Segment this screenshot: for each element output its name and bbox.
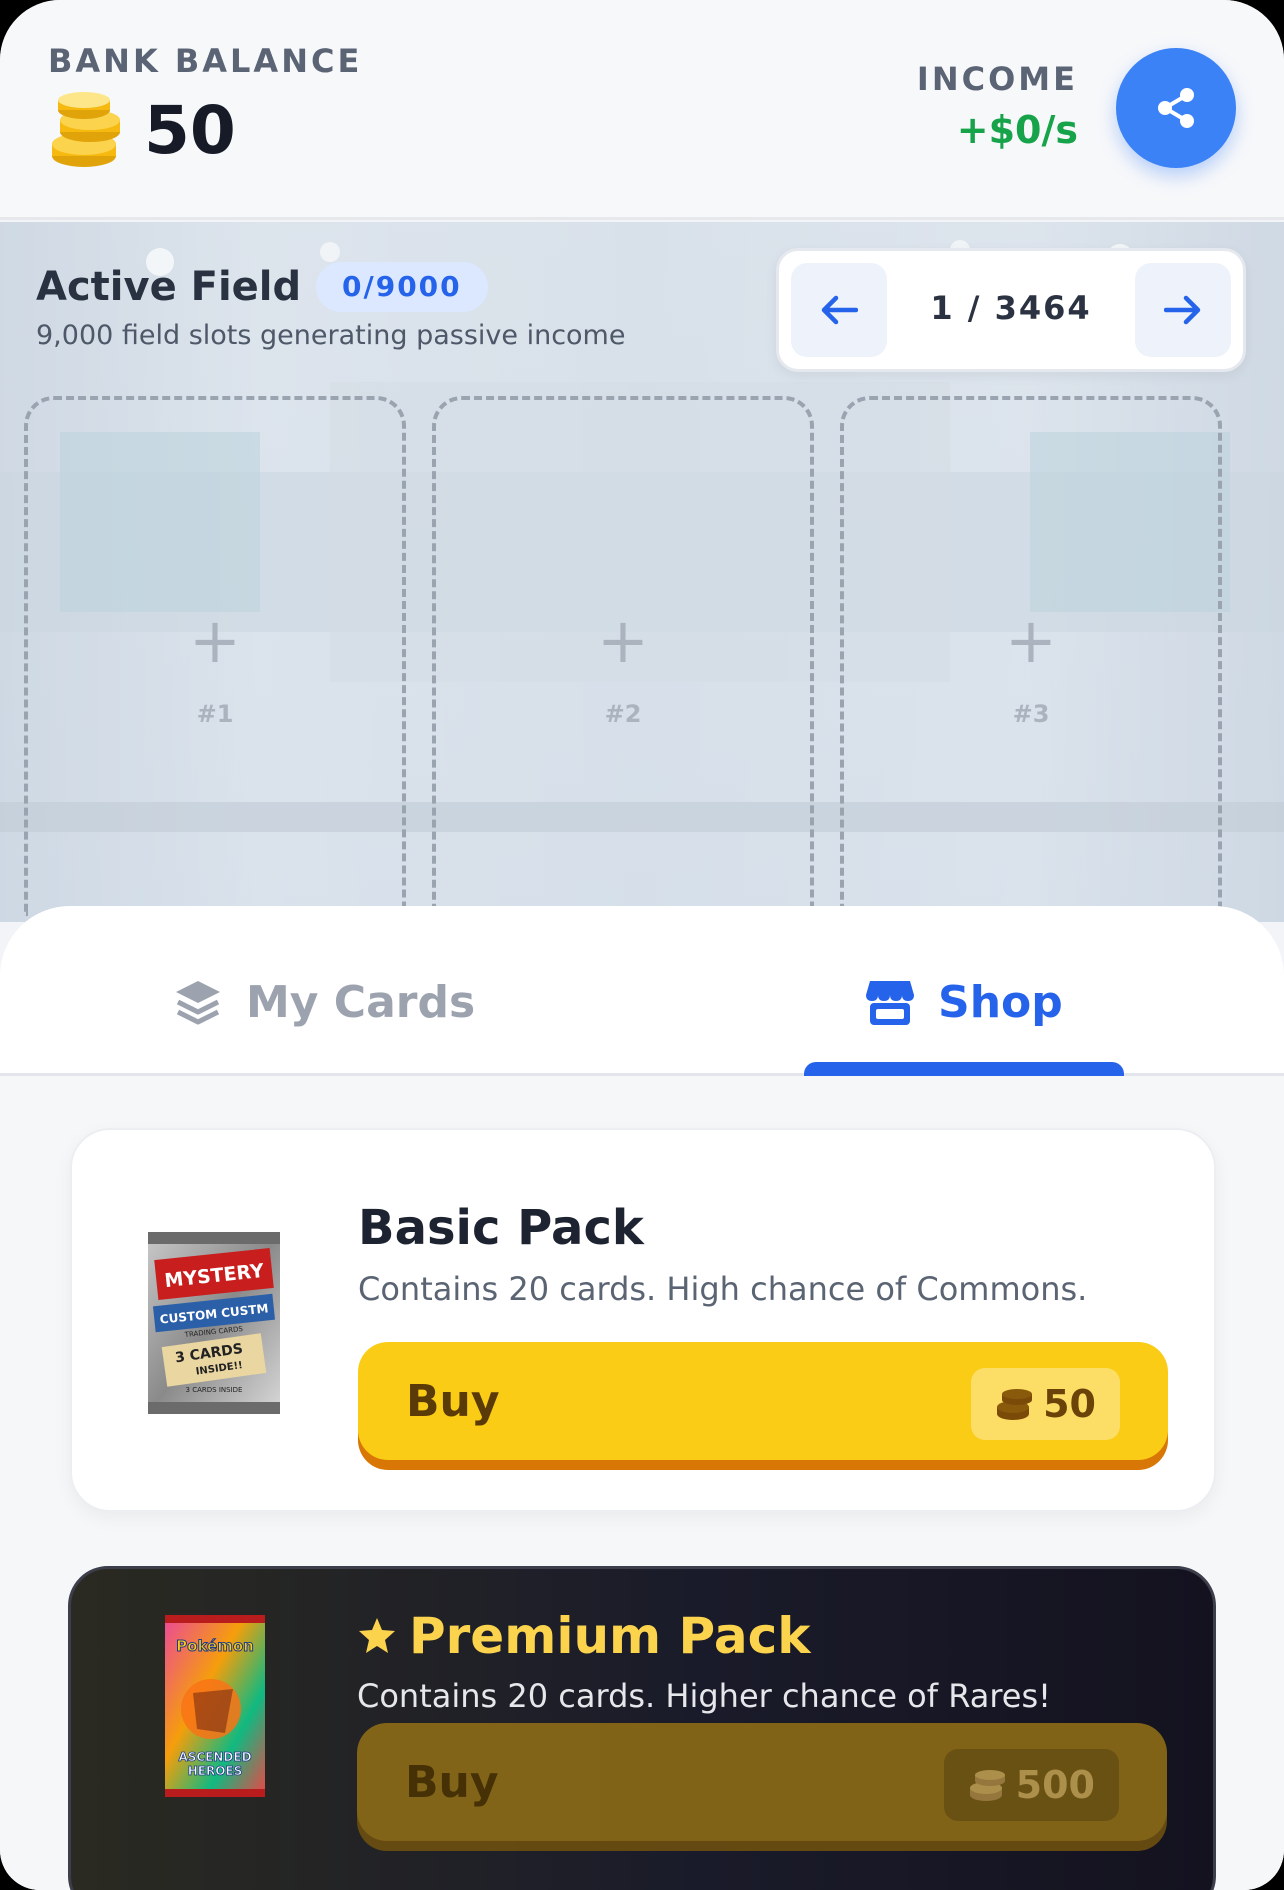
price-value: 500 [1015,1763,1095,1807]
store-icon [864,977,916,1027]
basic-pack-description: Contains 20 cards. High chance of Common… [358,1270,1088,1308]
arrow-right-icon [1164,295,1201,325]
buy-premium-pack-button[interactable]: Buy 500 [357,1723,1167,1841]
field-slot[interactable]: + #2 [432,396,814,916]
tab-my-cards[interactable]: My Cards [172,962,475,1042]
active-field-title: Active Field [36,264,302,310]
tab-shop-label: Shop [938,976,1063,1028]
add-icon: + [1005,604,1057,677]
premium-pack-description: Contains 20 cards. Higher chance of Rare… [357,1677,1051,1715]
basic-pack-image: MYSTERY CUSTOM CUSTM TRADING CARDS 3 CAR… [148,1232,280,1414]
premium-pack-title: Premium Pack [357,1607,811,1665]
tab-bar: My Cards Shop [0,906,1284,1076]
field-count-badge: 0/9000 [316,262,488,312]
bottom-panel: My Cards Shop MYSTERY CUSTOM CUSTM TRADI… [0,906,1284,1890]
active-tab-indicator [804,1062,1124,1076]
basic-pack-title: Basic Pack [358,1200,644,1256]
share-icon [1158,88,1194,128]
bank-balance-value: 50 [144,92,236,169]
income-value: +$0/s [956,108,1078,152]
bank-balance-label: BANK BALANCE [48,42,363,80]
premium-pack-image: Pokémon ASCENDED HEROES [165,1615,265,1797]
buy-label: Buy [405,1757,499,1808]
share-button[interactable] [1116,48,1236,168]
coin-stack-icon [969,1770,1005,1801]
price-pill: 500 [943,1749,1119,1821]
premium-pack-card: Pokémon ASCENDED HEROES Premium Pack Con… [68,1566,1216,1890]
field-slot[interactable]: + #1 [24,396,406,916]
slot-number: #2 [604,700,642,728]
header-bar: BANK BALANCE 50 INCOME +$0/s [0,0,1284,220]
page-indicator: 1 / 3464 [930,289,1092,327]
slot-number: #1 [196,700,234,728]
next-page-button[interactable] [1135,263,1231,357]
layers-icon [172,977,224,1027]
arrow-left-icon [821,295,858,325]
field-pager: 1 / 3464 [776,248,1246,372]
coin-stack-icon [997,1389,1033,1420]
add-icon: + [597,604,649,677]
tab-shop[interactable]: Shop [864,962,1063,1042]
buy-label: Buy [406,1376,500,1427]
income-label: INCOME [916,60,1078,98]
pack-art-text: 3 CARDS INSIDE [186,1386,243,1394]
previous-page-button[interactable] [791,263,887,357]
price-pill: 50 [971,1368,1120,1440]
add-icon: + [189,604,241,677]
slot-number: #3 [1012,700,1050,728]
pack-art-text: HEROES [188,1764,243,1778]
basic-pack-card: MYSTERY CUSTOM CUSTM TRADING CARDS 3 CAR… [70,1128,1216,1512]
buy-basic-pack-button[interactable]: Buy 50 [358,1342,1168,1460]
coin-stack-icon [52,92,120,167]
pack-art-text: ASCENDED [178,1750,251,1764]
pack-art-text: Pokémon [176,1637,254,1655]
star-icon [359,1618,395,1653]
active-field-subtitle: 9,000 field slots generating passive inc… [36,320,626,351]
field-slot[interactable]: + #3 [840,396,1222,916]
app-screen: BANK BALANCE 50 INCOME +$0/s Active Fiel… [0,0,1284,1890]
tab-my-cards-label: My Cards [246,976,476,1028]
premium-pack-title-text: Premium Pack [409,1607,811,1665]
active-field-area: Active Field 0/9000 9,000 field slots ge… [0,222,1284,922]
price-value: 50 [1043,1382,1096,1426]
